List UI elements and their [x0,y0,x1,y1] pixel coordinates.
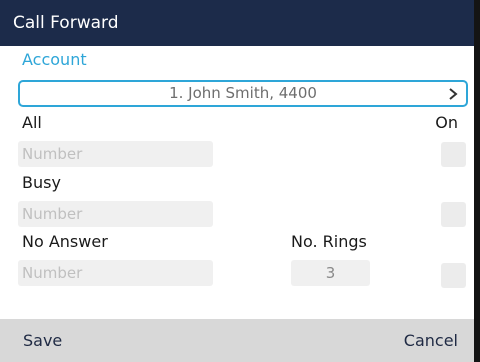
no-rings-field[interactable]: 3 [291,260,370,286]
busy-number-field[interactable]: Number [18,201,213,227]
no-answer-label: No Answer [22,232,108,251]
no-rings-label: No. Rings [291,232,367,251]
account-selected-value: 1. John Smith, 4400 [169,84,317,102]
no-answer-checkbox[interactable] [441,263,466,288]
account-section-label: Account [22,50,87,69]
all-number-field[interactable]: Number [18,141,213,167]
chevron-right-icon [449,88,458,100]
all-label: All [22,113,42,132]
all-checkbox[interactable] [441,142,466,167]
busy-checkbox[interactable] [441,202,466,227]
account-selector[interactable]: 1. John Smith, 4400 [18,80,468,107]
cancel-button[interactable]: Cancel [404,319,458,362]
softkey-bar: Save Cancel [0,319,474,362]
title-bar: Call Forward [0,0,474,46]
call-forward-screen: Call Forward Account 1. John Smith, 4400… [0,0,474,362]
screen-bezel [474,0,480,362]
page-title: Call Forward [13,13,119,33]
save-button[interactable]: Save [23,319,62,362]
busy-label: Busy [22,173,61,192]
no-answer-number-field[interactable]: Number [18,260,213,286]
all-status: On [435,113,458,132]
